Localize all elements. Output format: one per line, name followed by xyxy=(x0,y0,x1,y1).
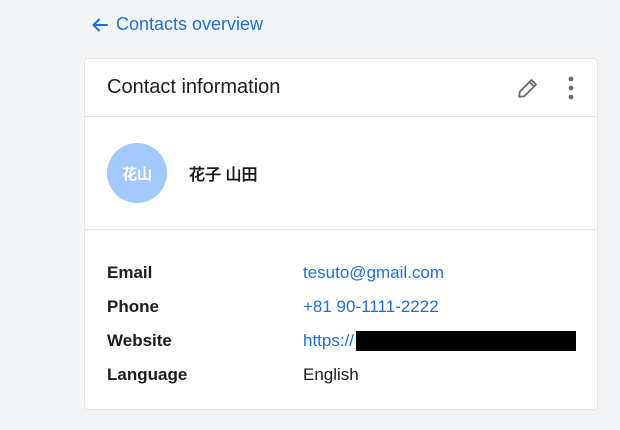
back-link-label: Contacts overview xyxy=(116,14,264,34)
contact-details: Email tesuto@gmail.com Phone +81 90-1111… xyxy=(85,230,597,392)
contact-name: 花子 山田 xyxy=(189,167,258,184)
detail-row-phone: Phone +81 90-1111-2222 xyxy=(107,290,597,324)
detail-row-website: Website https:// xyxy=(107,324,597,358)
detail-row-language: Language English xyxy=(107,358,597,392)
email-link[interactable]: tesuto@gmail.com xyxy=(303,263,444,283)
contact-information-card: Contact information 花山 花子 山田 Email tesut… xyxy=(84,58,598,410)
language-value: English xyxy=(303,365,359,384)
email-label: Email xyxy=(107,263,153,282)
back-to-contacts-link[interactable]: Contacts overview xyxy=(92,14,263,35)
detail-row-email: Email tesuto@gmail.com xyxy=(107,256,597,290)
website-link[interactable]: https:// xyxy=(303,331,577,351)
phone-label: Phone xyxy=(107,297,159,316)
avatar: 花山 xyxy=(107,143,167,203)
website-label: Website xyxy=(107,331,172,350)
more-options-icon[interactable] xyxy=(567,75,575,101)
card-header: Contact information xyxy=(85,59,597,117)
header-actions xyxy=(515,75,575,101)
phone-link[interactable]: +81 90-1111-2222 xyxy=(303,297,439,317)
language-label: Language xyxy=(107,365,188,384)
profile-section: 花山 花子 山田 xyxy=(85,117,597,230)
card-title: Contact information xyxy=(107,76,281,98)
arrow-left-icon xyxy=(92,18,108,32)
pencil-icon[interactable] xyxy=(515,75,541,101)
website-url-prefix: https:// xyxy=(303,331,355,350)
redacted-block xyxy=(356,331,577,351)
